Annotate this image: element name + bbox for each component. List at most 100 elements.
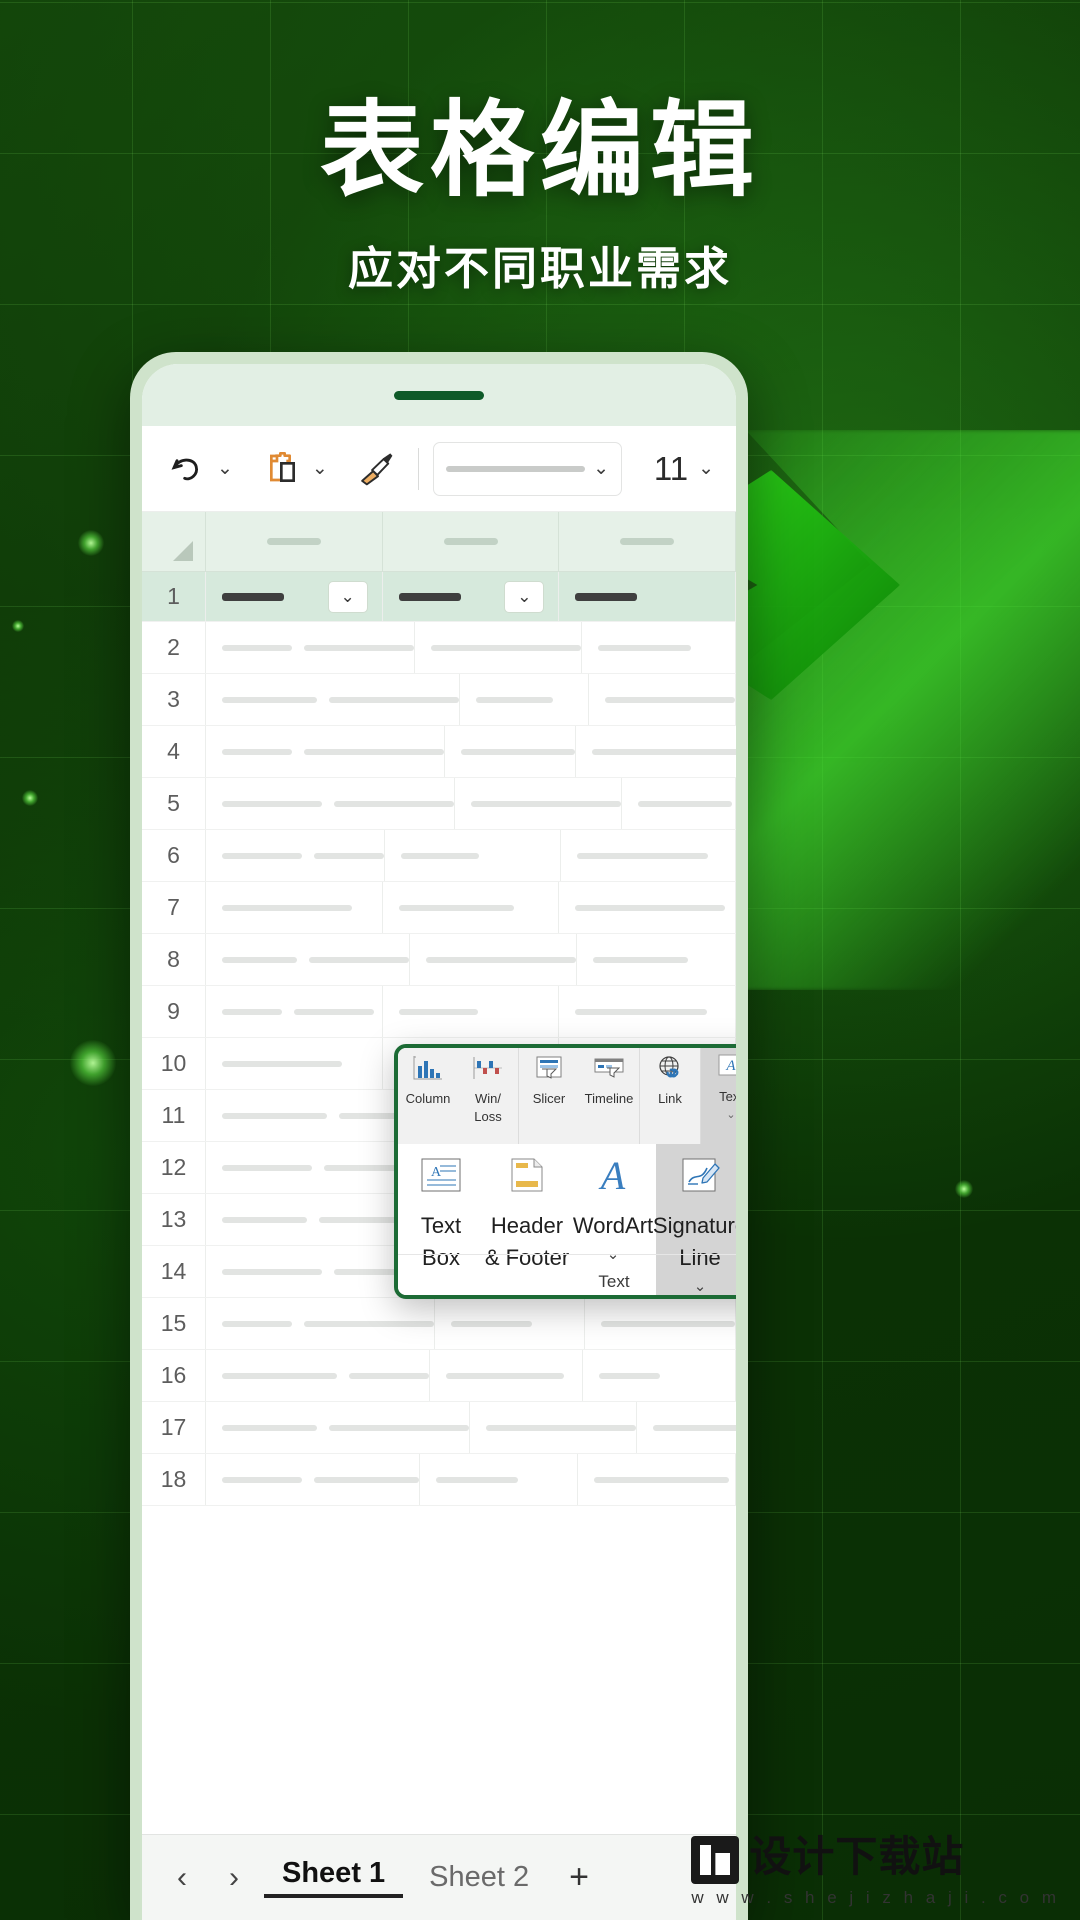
sheet-grid[interactable]: 1 ⌄ ⌄ 2 3 4 5 6 7 8 9 10 11 12 13 14 15 16 17 18	[142, 572, 736, 1822]
table-cell[interactable]	[383, 882, 560, 933]
table-cell[interactable]	[206, 674, 460, 725]
table-cell[interactable]	[582, 622, 736, 673]
font-name-chevron-down-icon[interactable]: ⌄	[593, 459, 609, 478]
ribbon-button-column[interactable]: Column	[398, 1048, 458, 1144]
table-cell[interactable]	[206, 882, 383, 933]
table-row[interactable]: 8	[142, 934, 736, 986]
table-row[interactable]: 16	[142, 1350, 736, 1402]
table-cell[interactable]	[561, 830, 736, 881]
table-row[interactable]: 5	[142, 778, 736, 830]
row-number[interactable]: 6	[142, 830, 206, 881]
row-number[interactable]: 9	[142, 986, 206, 1037]
undo-chevron-down-icon[interactable]: ⌄	[217, 459, 233, 478]
table-row[interactable]: 2	[142, 622, 736, 674]
paste-chevron-down-icon[interactable]: ⌄	[312, 459, 328, 478]
table-cell[interactable]	[206, 1038, 383, 1089]
ribbon-button-text[interactable]: A Text ⌄	[701, 1048, 736, 1144]
row-number[interactable]: 13	[142, 1194, 206, 1245]
table-cell[interactable]	[460, 674, 589, 725]
table-row[interactable]: 17	[142, 1402, 736, 1454]
sheet-tab-2[interactable]: Sheet 2	[411, 1861, 547, 1894]
table-cell[interactable]	[577, 934, 736, 985]
table-cell[interactable]: ⌄	[383, 572, 560, 621]
format-painter-button[interactable]	[354, 446, 400, 492]
table-cell[interactable]	[585, 1298, 736, 1349]
table-cell[interactable]	[420, 1454, 578, 1505]
table-cell[interactable]	[206, 778, 455, 829]
row-number[interactable]: 14	[142, 1246, 206, 1297]
ribbon-button-timeline[interactable]: Timeline	[579, 1048, 639, 1144]
filter-dropdown-button[interactable]: ⌄	[504, 580, 545, 613]
row-number[interactable]: 7	[142, 882, 206, 933]
table-row[interactable]: 1 ⌄ ⌄	[142, 572, 736, 622]
table-row[interactable]: 18	[142, 1454, 736, 1506]
ribbon-chevron-down-icon[interactable]: ⌄	[726, 1108, 735, 1121]
filter-dropdown-button[interactable]: ⌄	[327, 580, 368, 613]
table-cell[interactable]	[206, 726, 445, 777]
font-size-chevron-down-icon[interactable]: ⌄	[698, 459, 714, 478]
prev-sheet-button[interactable]: ‹	[160, 1861, 204, 1895]
row-number[interactable]: 2	[142, 622, 206, 673]
next-sheet-button[interactable]: ›	[212, 1861, 256, 1895]
table-cell[interactable]	[559, 882, 736, 933]
table-row[interactable]: 7	[142, 882, 736, 934]
table-row[interactable]: 3	[142, 674, 736, 726]
row-number[interactable]: 4	[142, 726, 206, 777]
insert-ribbon-popup[interactable]: Column Win/ Loss Slicer Timeline Link A …	[394, 1044, 736, 1299]
table-cell[interactable]	[445, 726, 576, 777]
font-size-select[interactable]: 11 ⌄	[636, 442, 732, 496]
table-cell[interactable]	[206, 1402, 470, 1453]
table-cell[interactable]	[206, 1454, 420, 1505]
table-cell[interactable]	[430, 1350, 583, 1401]
ribbon-button-link[interactable]: Link	[640, 1048, 700, 1144]
table-cell[interactable]	[206, 1350, 430, 1401]
row-number[interactable]: 17	[142, 1402, 206, 1453]
table-cell[interactable]	[206, 986, 383, 1037]
table-row[interactable]: 15	[142, 1298, 736, 1350]
column-header-cell[interactable]	[383, 512, 560, 571]
table-row[interactable]: 9	[142, 986, 736, 1038]
row-number[interactable]: 5	[142, 778, 206, 829]
table-row[interactable]: 4	[142, 726, 736, 778]
paste-button[interactable]: ⌄	[259, 446, 328, 492]
table-cell[interactable]	[622, 778, 736, 829]
row-number[interactable]: 16	[142, 1350, 206, 1401]
table-cell[interactable]	[206, 830, 385, 881]
table-cell[interactable]: ⌄	[206, 572, 383, 621]
column-header-cell[interactable]	[559, 512, 736, 571]
table-cell[interactable]	[637, 1402, 736, 1453]
table-cell[interactable]	[206, 934, 410, 985]
table-cell[interactable]	[589, 674, 736, 725]
row-number[interactable]: 11	[142, 1090, 206, 1141]
table-row[interactable]: 6	[142, 830, 736, 882]
table-cell[interactable]	[470, 1402, 637, 1453]
ribbon-button-win-loss[interactable]: Win/ Loss	[458, 1048, 518, 1144]
row-number[interactable]: 12	[142, 1142, 206, 1193]
table-cell[interactable]	[455, 778, 622, 829]
table-cell[interactable]	[206, 622, 415, 673]
row-number[interactable]: 8	[142, 934, 206, 985]
add-sheet-button[interactable]: +	[555, 1858, 589, 1897]
table-cell[interactable]	[578, 1454, 736, 1505]
column-header-cell[interactable]	[206, 512, 383, 571]
row-number[interactable]: 15	[142, 1298, 206, 1349]
font-name-select[interactable]: ⌄	[432, 441, 622, 496]
table-cell[interactable]	[559, 572, 736, 621]
table-cell[interactable]	[576, 726, 736, 777]
table-cell[interactable]	[559, 986, 736, 1037]
sheet-tab-1[interactable]: Sheet 1	[264, 1857, 404, 1898]
select-all-corner[interactable]	[142, 512, 206, 571]
table-cell[interactable]	[415, 622, 582, 673]
table-cell[interactable]	[410, 934, 577, 985]
table-cell[interactable]	[206, 1298, 435, 1349]
row-number[interactable]: 10	[142, 1038, 206, 1089]
undo-button[interactable]: ⌄	[164, 446, 233, 492]
row-number[interactable]: 1	[142, 572, 206, 621]
ribbon-button-slicer[interactable]: Slicer	[519, 1048, 579, 1144]
table-cell[interactable]	[435, 1298, 585, 1349]
table-cell[interactable]	[385, 830, 561, 881]
table-cell[interactable]	[383, 986, 560, 1037]
row-number[interactable]: 18	[142, 1454, 206, 1505]
row-number[interactable]: 3	[142, 674, 206, 725]
table-cell[interactable]	[583, 1350, 736, 1401]
